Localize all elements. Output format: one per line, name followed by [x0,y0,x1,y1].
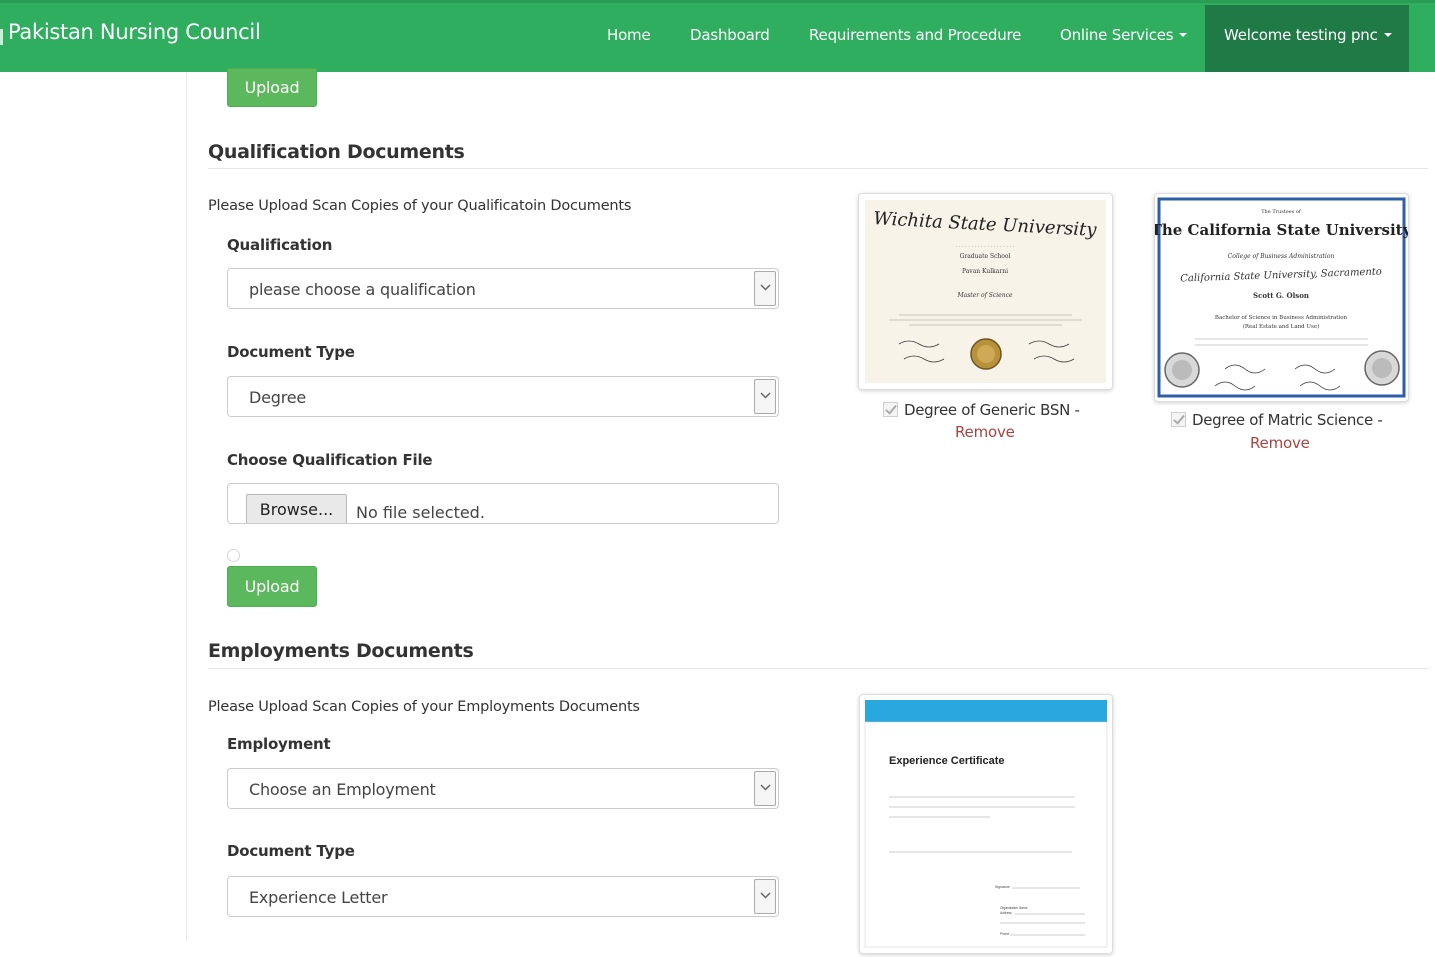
qualification-file-label: Choose Qualification File [227,451,433,469]
employment-doc-type-label: Document Type [227,842,355,860]
user-menu[interactable]: Welcome testing pnc [1205,5,1409,72]
cert-cal-major: (Real Estate and Land Use) [1243,323,1320,330]
chevron-down-icon [754,771,776,806]
brand-edge-mark [0,29,3,45]
qualification-hint: Please Upload Scan Copies of your Qualif… [208,198,632,214]
cert-wichita-school: Graduate School [960,253,1011,260]
nav-online-services[interactable]: Online Services [1060,26,1188,44]
qualification-section-title: Qualification Documents [208,141,465,163]
nav-dashboard[interactable]: Dashboard [690,26,770,44]
employment-doc-type-select[interactable]: Experience Letter [227,876,779,917]
employment-doc-type-value: Experience Letter [249,888,388,907]
document-thumbnail-experience[interactable]: Experience Certificate Signature Organis… [859,694,1113,954]
chevron-down-icon [754,271,776,306]
qualification-select[interactable]: please choose a qualification [227,268,779,309]
file-status: No file selected. [356,503,485,522]
welcome-label: Welcome testing pnc [1224,26,1378,44]
user-menu-toggle[interactable]: Welcome testing pnc [1224,26,1392,44]
qualification-select-value: please choose a qualification [249,280,476,299]
chevron-down-icon [754,379,776,414]
remove-bsn-link[interactable]: Remove [955,423,1015,441]
employment-section-title: Employments Documents [208,640,474,662]
qualification-doc-type-select[interactable]: Degree [227,376,779,417]
document-caption-bsn-text: Degree of Generic BSN - [904,401,1080,419]
employment-hint: Please Upload Scan Copies of your Employ… [208,699,640,715]
qualification-doc-type-value: Degree [249,388,307,407]
experience-org-label: Organisation Name [1000,906,1028,910]
experience-cert-title: Experience Certificate [889,755,1005,767]
employment-divider [208,668,1428,669]
experience-phone-label: Phone [1000,932,1009,936]
experience-certificate-image: Experience Certificate Signature Organis… [864,700,1108,948]
cert-wichita-degree: Master of Science [957,292,1013,299]
svg-text:· · · · · · · · · · · · · · ·: · · · · · · · · · · · · · · · · · · · [956,244,1015,250]
document-caption-matric: Degree of Matric Science - [1171,411,1383,429]
certificate-wichita-image: Wichita State University · · · · · · · ·… [865,200,1106,383]
qualification-upload-button[interactable]: Upload [227,566,317,607]
sidebar-divider [186,72,187,940]
employment-select-value: Choose an Employment [249,780,436,799]
cert-cal-header: The Trustees of [1261,209,1302,215]
qualification-doc-type-label: Document Type [227,343,355,361]
document-thumbnail-bsn[interactable]: Wichita State University · · · · · · · ·… [858,193,1113,390]
cert-cal-university: The California State University [1155,221,1408,239]
cert-wichita-name: Pavan Kulkarni [962,268,1008,275]
nav-online-services-label: Online Services [1060,26,1174,44]
qualification-divider [208,168,1428,169]
qualification-file-input[interactable]: Browse... No file selected. [227,483,779,524]
cert-cal-degree: Bachelor of Science in Business Administ… [1215,315,1348,321]
previous-upload-button[interactable]: Upload [227,68,317,107]
chevron-down-icon [1179,33,1188,37]
document-caption-matric-text: Degree of Matric Science - [1192,411,1383,429]
document-thumbnail-matric[interactable]: The Trustees of The California State Uni… [1151,193,1413,402]
brand-link[interactable]: Pakistan Nursing Council [8,20,261,44]
nav-home[interactable]: Home [607,26,651,44]
checkbox-icon [1171,412,1186,427]
remove-matric-link[interactable]: Remove [1250,434,1310,452]
chevron-down-icon [1383,33,1392,37]
certificate-california-image: The Trustees of The California State Uni… [1151,197,1413,398]
chevron-down-icon [754,879,776,914]
cert-cal-college: College of Business Administration [1228,253,1335,260]
experience-signature-label: Signature [995,885,1010,889]
employment-label: Employment [227,735,331,753]
cert-cal-name: Scott G. Olson [1253,291,1309,300]
qualification-label: Qualification [227,236,333,254]
employment-select[interactable]: Choose an Employment [227,768,779,809]
browse-button[interactable]: Browse... [246,494,347,523]
progress-indicator [227,549,240,562]
experience-address-label: Address [1000,911,1012,915]
top-navbar: Pakistan Nursing Council Home Dashboard … [0,0,1435,72]
document-caption-bsn: Degree of Generic BSN - [883,401,1080,419]
nav-requirements[interactable]: Requirements and Procedure [809,26,1021,44]
checkbox-icon [883,402,898,417]
